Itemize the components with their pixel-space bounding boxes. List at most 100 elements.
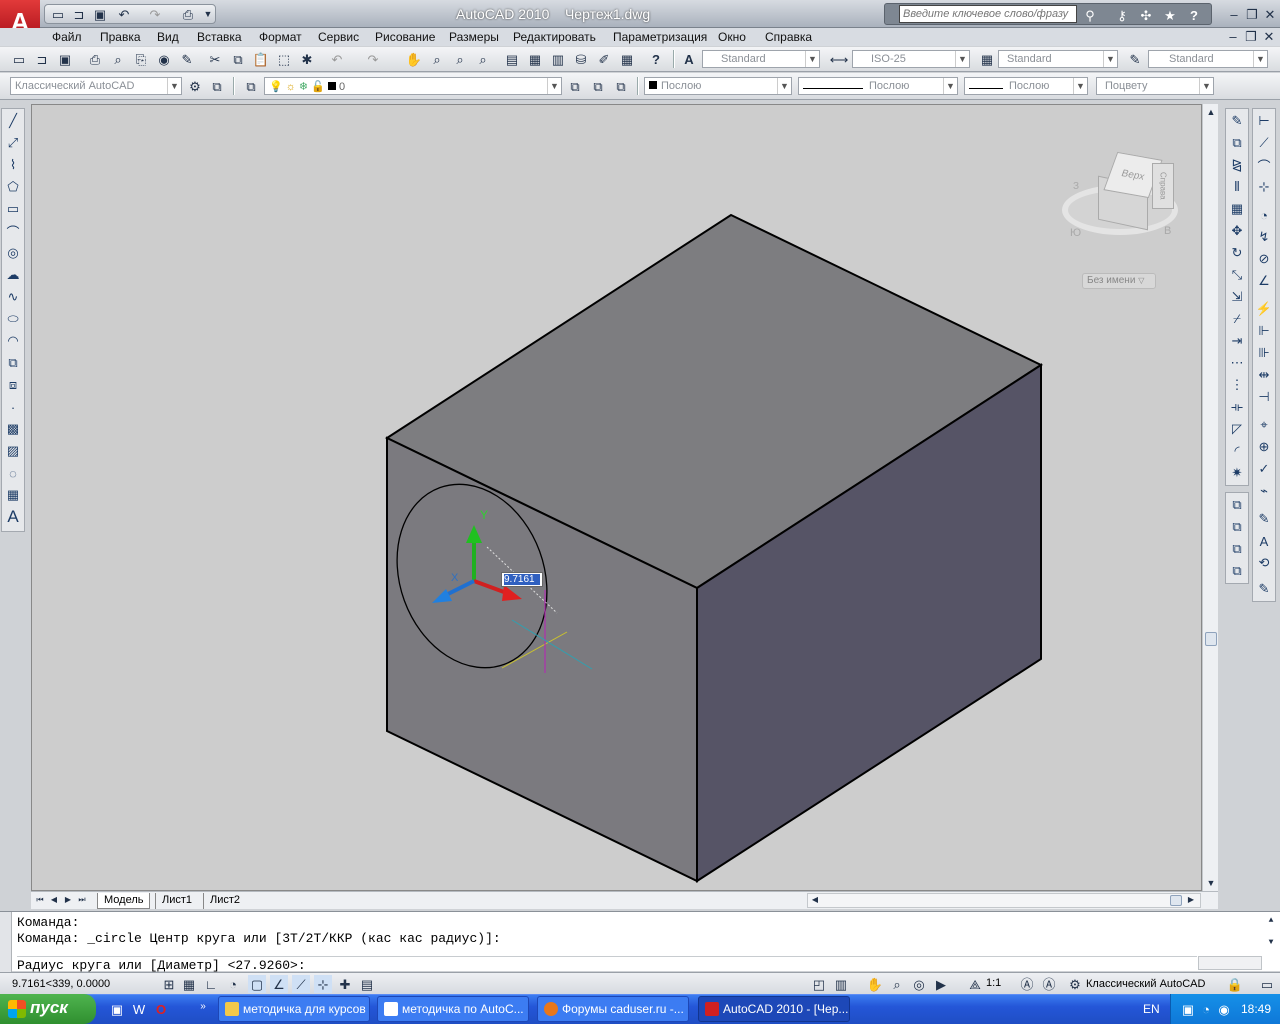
layer-manager-icon[interactable]: ⧉ bbox=[242, 77, 260, 95]
offset-icon[interactable]: ⫴ bbox=[1226, 177, 1248, 197]
quicklaunch-word-icon[interactable]: W bbox=[130, 1000, 148, 1018]
binoculars-icon[interactable]: ⚲ bbox=[1081, 6, 1099, 24]
menu-draw[interactable]: Рисование bbox=[375, 30, 435, 44]
layer-select[interactable]: 💡 ☼ ❄ 🔓 0 ▼ bbox=[264, 77, 562, 95]
annotation-scale-icon[interactable]: ⟁ bbox=[966, 975, 984, 993]
toolbar-lock-icon[interactable]: 🔒 bbox=[1226, 975, 1244, 993]
dim-break-icon[interactable]: ⊣ bbox=[1253, 387, 1275, 407]
ellipse-icon[interactable]: ⬭ bbox=[2, 309, 24, 329]
tab-layout2[interactable]: Лист2 bbox=[203, 893, 246, 909]
undo-toolbar-icon[interactable]: ↶ bbox=[328, 50, 346, 68]
copy-object-icon[interactable]: ⧉ bbox=[1226, 133, 1248, 153]
table-style-icon[interactable]: ▦ bbox=[978, 50, 996, 68]
gradient-icon[interactable]: ▨ bbox=[2, 441, 24, 461]
snap-icon[interactable]: ⊞ bbox=[160, 975, 178, 993]
arc-icon[interactable]: ⌒ bbox=[2, 221, 24, 241]
radius-dim-icon[interactable]: ◔ bbox=[1253, 205, 1275, 225]
hatch-icon[interactable]: ▩ bbox=[2, 419, 24, 439]
update-tray-icon[interactable]: ◉ bbox=[1215, 1000, 1233, 1018]
dynamic-input-box[interactable]: 9.7161 bbox=[501, 572, 543, 587]
save-file-icon[interactable]: ▣ bbox=[56, 50, 74, 68]
dyn-icon[interactable]: ⊹ bbox=[314, 975, 332, 993]
sheet-set-icon[interactable]: ⛁ bbox=[572, 50, 590, 68]
quicklaunch-more-icon[interactable]: » bbox=[194, 998, 212, 1016]
qp-icon[interactable]: ▤ bbox=[358, 975, 376, 993]
scale-icon[interactable]: ⤡ bbox=[1226, 265, 1248, 285]
table-style-select[interactable]: Standard ▼ bbox=[998, 50, 1118, 68]
menu-window[interactable]: Окно bbox=[718, 30, 746, 44]
menu-file[interactable]: Файл bbox=[52, 30, 82, 44]
erase-icon[interactable]: ✎ bbox=[1226, 111, 1248, 131]
menu-edit[interactable]: Правка bbox=[100, 30, 141, 44]
scroll-right-icon[interactable]: ▶ bbox=[1184, 892, 1198, 907]
dim-style-icon[interactable]: ⟷ bbox=[830, 50, 849, 68]
array-icon[interactable]: ▦ bbox=[1226, 199, 1248, 219]
workspace-settings-icon[interactable]: ⚙ bbox=[186, 77, 204, 95]
drawing-viewport[interactable]: Y X 9.7161 Верх Справа Ю В З Без имени ▽ bbox=[31, 104, 1202, 891]
otrack-icon[interactable]: ∠ bbox=[270, 975, 288, 993]
text-style-select[interactable]: Standard ▼ bbox=[702, 50, 820, 68]
minimize-icon[interactable]: – bbox=[1225, 5, 1243, 23]
close-icon[interactable]: ✕ bbox=[1261, 5, 1279, 23]
quicklaunch-opera-icon[interactable]: O bbox=[152, 1000, 170, 1018]
coordinates-display[interactable]: 9.7161<339, 0.0000 bbox=[12, 978, 110, 990]
diameter-dim-icon[interactable]: ⊘ bbox=[1253, 249, 1275, 269]
qnew-icon[interactable]: ▭ bbox=[10, 50, 28, 68]
quicklaunch-autocad-icon[interactable]: ▣ bbox=[108, 1000, 126, 1018]
region-icon[interactable]: ◌ bbox=[2, 463, 24, 483]
tab-layout1[interactable]: Лист1 bbox=[155, 893, 198, 909]
quick-view-layouts-icon[interactable]: ▥ bbox=[832, 975, 850, 993]
jogged-dim-icon[interactable]: ↯ bbox=[1253, 227, 1275, 247]
redo-icon[interactable]: ↷ bbox=[146, 5, 164, 23]
point-icon[interactable]: · bbox=[2, 397, 24, 417]
quickcalc-icon[interactable]: ▦ bbox=[618, 50, 636, 68]
task-firefox[interactable]: Форумы caduser.ru -... bbox=[537, 996, 689, 1022]
design-center-icon[interactable]: ▦ bbox=[526, 50, 544, 68]
scroll-thumb[interactable] bbox=[1205, 632, 1217, 646]
workspace-switch-icon[interactable]: ⧉ bbox=[208, 77, 226, 95]
properties-icon[interactable]: ▤ bbox=[503, 50, 521, 68]
grid-icon[interactable]: ▦ bbox=[180, 975, 198, 993]
undo-icon[interactable]: ↶ bbox=[115, 5, 133, 23]
mleader-style-icon[interactable]: ✎ bbox=[1126, 50, 1144, 68]
first-tab-icon[interactable]: ⏮ bbox=[33, 892, 47, 908]
arc-length-icon[interactable]: ⌒ bbox=[1253, 155, 1275, 175]
layer-state-icon[interactable]: ⧉ bbox=[612, 77, 630, 95]
menu-modify[interactable]: Редактировать bbox=[513, 30, 596, 44]
quick-dim-icon[interactable]: ⚡ bbox=[1253, 299, 1275, 319]
key-icon[interactable]: ⚷ bbox=[1113, 6, 1131, 24]
tool-palettes-icon[interactable]: ▥ bbox=[549, 50, 567, 68]
dimtedit-icon[interactable]: A bbox=[1253, 531, 1275, 551]
copy-icon[interactable]: ⧉ bbox=[229, 50, 247, 68]
scroll-up-icon[interactable]: ▲ bbox=[1203, 104, 1219, 120]
spline-icon[interactable]: ∿ bbox=[2, 287, 24, 307]
ucs-menu-button[interactable]: Без имени ▽ bbox=[1082, 273, 1156, 289]
compass-east[interactable]: В bbox=[1164, 225, 1171, 237]
aligned-dim-icon[interactable]: ⟋ bbox=[1253, 133, 1275, 153]
menu-dimension[interactable]: Размеры bbox=[449, 30, 499, 44]
command-prompt[interactable]: Радиус круга или [Диаметр] <27.9260>: bbox=[17, 956, 1197, 973]
network-tray-icon[interactable]: ▣ bbox=[1179, 1000, 1197, 1018]
trim-icon[interactable]: ⌿ bbox=[1226, 309, 1248, 329]
task-autocad[interactable]: AutoCAD 2010 - [Чер... bbox=[698, 996, 850, 1022]
auto-scale-icon[interactable]: Ⓐ bbox=[1040, 975, 1058, 993]
publish-icon[interactable]: ⎘ bbox=[132, 50, 150, 68]
hscroll-thumb[interactable] bbox=[1170, 895, 1182, 906]
etransmit-icon[interactable]: ✎ bbox=[178, 50, 196, 68]
zoom-previous-icon[interactable]: ⌕ bbox=[474, 50, 492, 68]
polyline-icon[interactable]: ⌇ bbox=[2, 155, 24, 175]
new-icon[interactable]: ▭ bbox=[49, 5, 67, 23]
polar-icon[interactable]: ◔ bbox=[224, 975, 242, 993]
last-tab-icon[interactable]: ⏭ bbox=[75, 892, 89, 908]
tab-model[interactable]: Модель bbox=[97, 893, 151, 909]
tolerance-icon[interactable]: ⌖ bbox=[1253, 415, 1275, 435]
paste-icon[interactable]: 📋 bbox=[252, 50, 270, 68]
bring-front-icon[interactable]: ⧉ bbox=[1226, 495, 1248, 515]
make-block-icon[interactable]: ⧈ bbox=[2, 375, 24, 395]
compass-west[interactable]: З bbox=[1073, 181, 1079, 192]
join-icon[interactable]: ⟛ bbox=[1226, 397, 1248, 417]
continue-dim-icon[interactable]: ⊪ bbox=[1253, 343, 1275, 363]
menu-format[interactable]: Формат bbox=[259, 30, 302, 44]
language-indicator[interactable]: EN bbox=[1143, 1002, 1160, 1016]
viewcube-face-right[interactable]: Справа bbox=[1152, 163, 1174, 209]
